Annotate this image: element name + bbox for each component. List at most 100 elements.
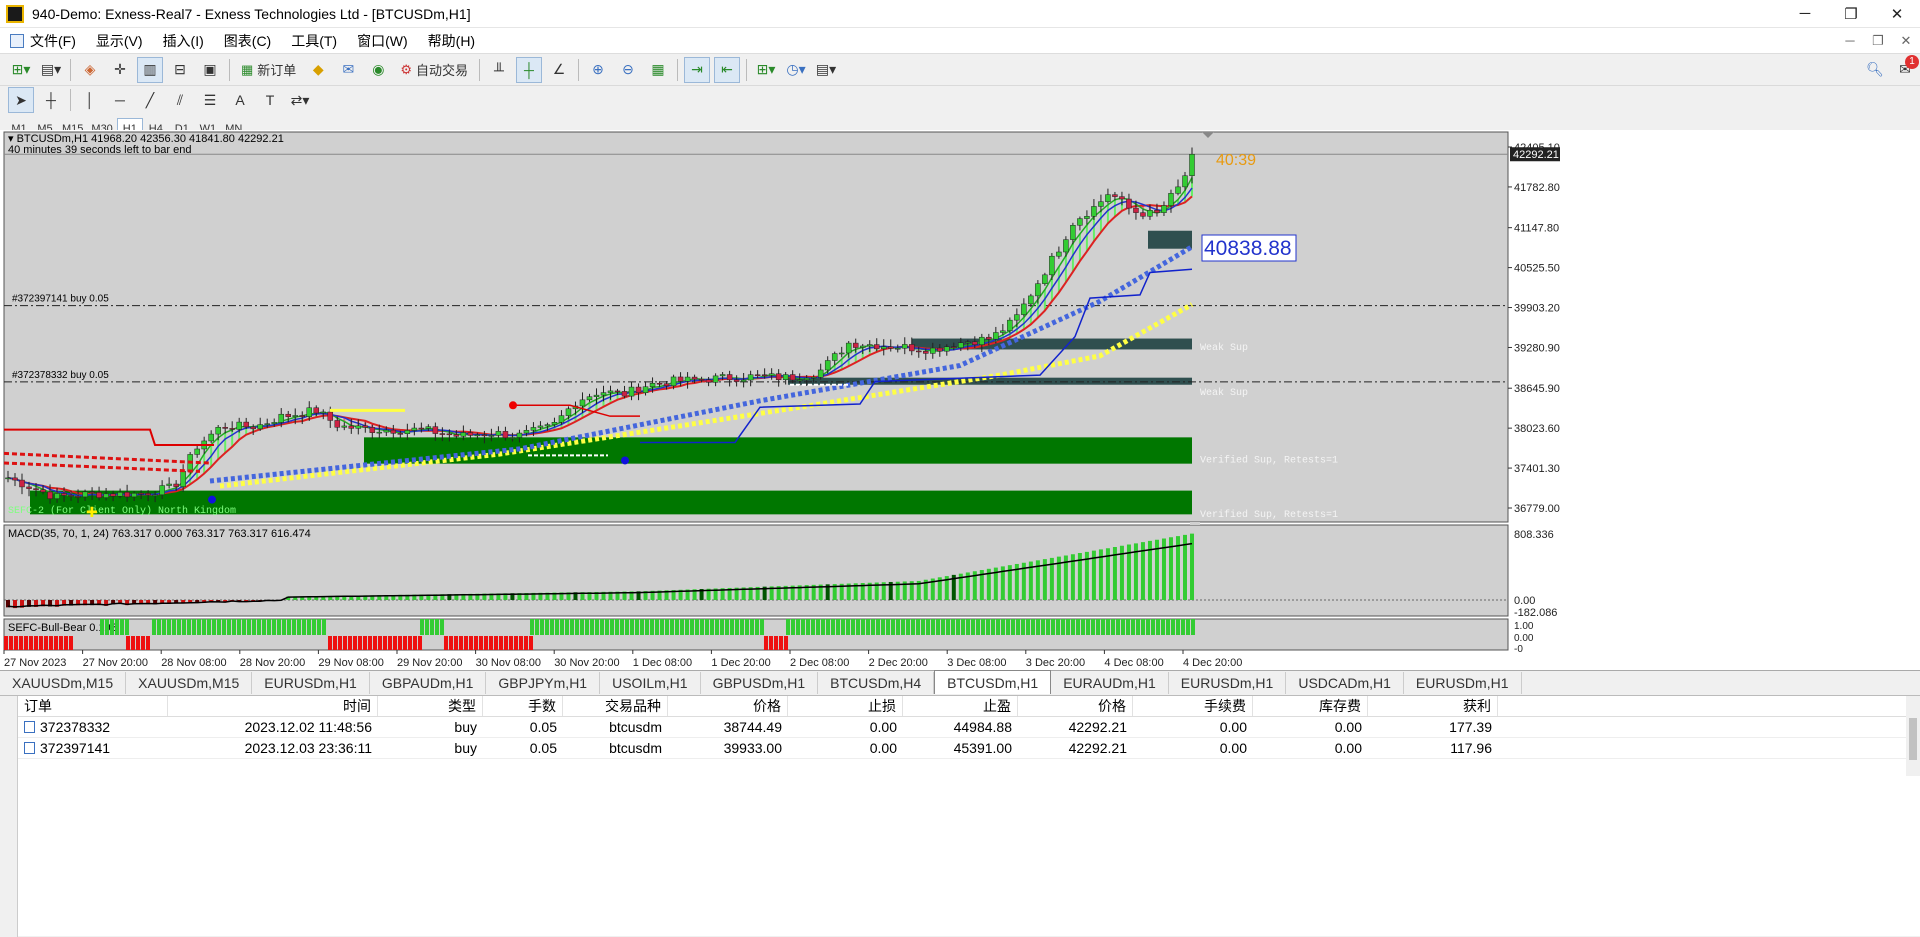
menu-charts[interactable]: 图表(C) [214,28,281,54]
table-row[interactable]: 372397141 2023.12.03 23:36:11 buy 0.05 btcus… [18,738,1906,759]
column-header[interactable]: 订单 [18,696,168,716]
arrows-icon[interactable]: ⇄▾ [287,87,313,113]
cursor-icon[interactable]: ➤ [8,87,34,113]
text-label-icon[interactable]: T [257,87,283,113]
order-order-cell: 372378332 [18,719,168,735]
new-order-button[interactable]: ▦ 新订单 [236,57,301,83]
column-header[interactable]: 时间 [168,696,378,716]
bullbear-bar [986,619,990,635]
column-header[interactable]: 获利 [1368,696,1498,716]
chart-tab[interactable]: USDCADm,H1 [1286,672,1404,694]
notifications-icon[interactable]: ✉ 1 [1892,54,1919,83]
table-row[interactable]: 372378332 2023.12.02 11:48:56 buy 0.05 btcus… [18,717,1906,738]
navigator-icon[interactable]: ▥ [137,56,163,83]
search-icon[interactable]: 🔍︎ [1862,57,1888,83]
chart-tab[interactable]: GBPAUDm,H1 [370,672,487,694]
bullbear-bar [267,619,271,635]
close-button[interactable]: ✕ [1874,0,1920,28]
chart-tab[interactable]: BTCUSDm,H1 [934,670,1052,694]
minimize-button[interactable]: ─ [1782,0,1828,28]
order-line-label: #372397141 buy 0.05 [12,294,109,305]
macd-label: MACD(35, 70, 1, 24) 763.317 0.000 763.31… [8,528,311,540]
column-header[interactable]: 止损 [788,696,903,716]
horizontal-line-icon[interactable]: ─ [107,87,133,113]
chart-shift-icon[interactable]: ⇤ [713,56,740,83]
signals-icon[interactable]: ✉ [335,57,361,83]
chart-tab[interactable]: EURAUDm,H1 [1051,672,1169,694]
chart-tab[interactable]: EURUSDm,H1 [1404,672,1522,694]
market-icon[interactable]: ◉ [365,57,391,83]
crosshair-icon[interactable]: ┼ [38,87,64,113]
candle-body [607,390,614,393]
restore-button[interactable]: ❐ [1828,0,1874,28]
column-header[interactable]: 价格 [668,696,788,716]
line-chart-icon[interactable]: ∠ [546,57,572,83]
column-header[interactable]: 止盈 [903,696,1018,716]
terminal-scrollbar[interactable] [1906,696,1920,776]
templates-icon[interactable]: ▤▾ [813,57,839,83]
candle-body [327,411,334,421]
zoom-in-icon[interactable]: ⊕ [585,57,611,83]
bullbear-bar [474,636,478,650]
indicators-icon[interactable]: ⊞▾ [753,57,779,83]
periods-icon[interactable]: ◷▾ [783,57,809,83]
text-icon[interactable]: A [227,87,253,113]
tile-windows-icon[interactable]: ▦ [645,57,671,83]
order-cur-cell: 42292.21 [1068,740,1127,756]
market-watch-icon[interactable]: ◈ [77,57,103,83]
column-header[interactable]: 交易品种 [563,696,668,716]
autoscroll-icon[interactable]: ⇥ [683,56,710,83]
candle-body [278,413,284,423]
chart-tab[interactable]: GBPJPYm,H1 [486,672,601,694]
chart-tab[interactable]: EURUSDm,H1 [1169,672,1287,694]
candle-body [1077,218,1083,226]
zoom-out-icon[interactable]: ⊖ [615,57,641,83]
chart-tab[interactable]: EURUSDm,H1 [252,672,370,694]
column-header[interactable]: 手续费 [1133,696,1253,716]
chart-tab[interactable]: USOILm,H1 [600,672,701,694]
chart-tab[interactable]: XAUUSDm,M15 [126,672,253,694]
candlesticks-icon[interactable]: ┼ [515,56,542,83]
fibonacci-icon[interactable]: ☰ [197,87,223,113]
time-tick-label: 29 Nov 08:00 [318,657,383,669]
trendline-icon[interactable]: ╱ [137,87,163,113]
metaeditor-icon[interactable]: ◆ [305,57,331,83]
new-chart-icon[interactable]: ⊞▾ [8,57,34,83]
bullbear-bar [861,619,865,635]
menu-tools[interactable]: 工具(T) [281,28,347,54]
child-close-button[interactable]: ✕ [1892,33,1920,49]
menu-insert[interactable]: 插入(I) [153,28,214,54]
auto-trading-button[interactable]: ⚙ 自动交易 [395,57,473,83]
channel-icon[interactable]: ⫽ [167,87,193,113]
candle-body [432,426,439,434]
menu-window[interactable]: 窗口(W) [347,28,418,54]
vertical-line-icon[interactable]: │ [77,87,103,113]
price-chart[interactable]: 42405.1041782.8041147.8040525.5039903.20… [0,130,1920,670]
bullbear-bar [1066,619,1070,635]
candle-body [873,344,880,350]
column-header[interactable]: 类型 [378,696,483,716]
candle-body [124,492,130,498]
candle-body [117,492,123,497]
child-restore-button[interactable]: ❐ [1864,33,1892,49]
menu-help[interactable]: 帮助(H) [418,28,485,54]
chart-window[interactable]: 42405.1041782.8041147.8040525.5039903.20… [0,130,1920,670]
profiles-icon[interactable]: ▤▾ [38,57,64,83]
chart-tab[interactable]: GBPUSDm,H1 [701,672,819,694]
chart-tab[interactable]: XAUUSDm,M15 [0,672,127,694]
order-sl-cell: 0.00 [869,740,897,756]
column-header[interactable]: 库存费 [1253,696,1368,716]
column-header[interactable]: 价格 [1018,696,1133,716]
bar-chart-icon[interactable]: ╨ [486,57,512,83]
menu-file[interactable]: 文件(F) [0,28,86,54]
chart-tab[interactable]: BTCUSDm,H4 [818,672,935,694]
candle-body [376,431,383,434]
terminal-icon[interactable]: ⊟ [167,57,193,83]
menu-view[interactable]: 显示(V) [86,28,153,54]
strategy-tester-icon[interactable]: ▣ [197,57,223,83]
candle-body [131,493,137,498]
child-minimize-button[interactable]: ─ [1836,33,1864,48]
column-header[interactable]: 手数 [483,696,563,716]
data-window-icon[interactable]: ✛ [107,57,133,83]
bullbear-bar [14,636,18,650]
